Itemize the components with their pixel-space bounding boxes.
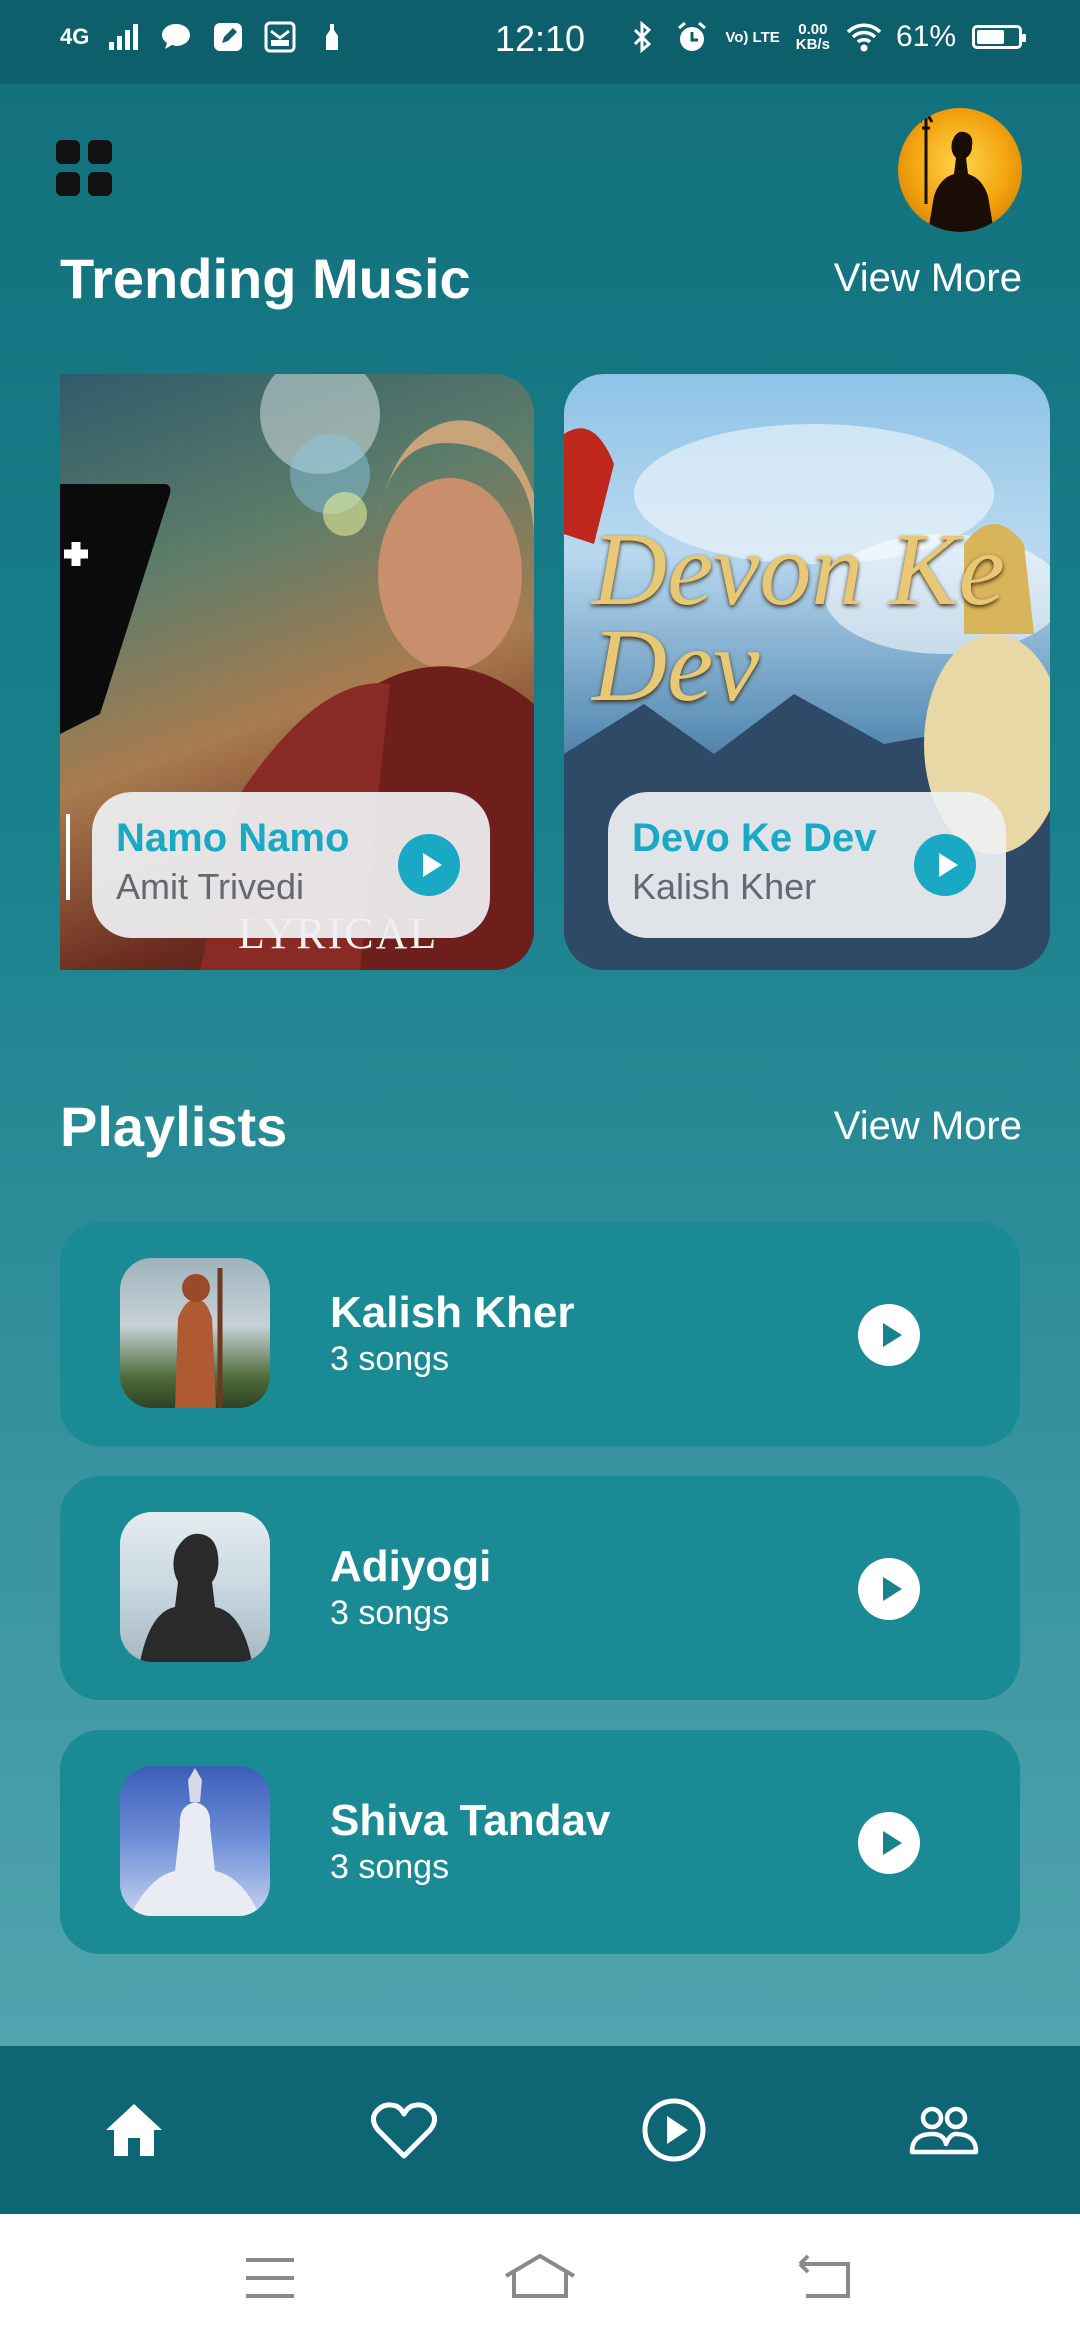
play-button[interactable] <box>398 834 460 896</box>
playlist-song-count: 3 songs <box>330 1594 450 1632</box>
data-speed: 0.00 KB/s <box>796 22 830 52</box>
playlist-name: Shiva Tandav <box>330 1796 611 1845</box>
home-outline-icon[interactable] <box>500 2250 580 2306</box>
alarm-icon <box>675 20 709 54</box>
system-navigation-bar <box>0 2214 1080 2340</box>
battery-percent: 61% <box>895 20 956 53</box>
playlist-song-count: 3 songs <box>330 1340 450 1378</box>
playlist-name: Adiyogi <box>330 1542 492 1591</box>
playlist-play-button[interactable] <box>858 1558 920 1620</box>
app-screen: 4G 12:10 Vo) LTE 0.00 KB/s 61% Trending … <box>0 0 1080 2340</box>
playlist-song-count: 3 songs <box>330 1848 450 1886</box>
trending-card[interactable]: LYRICAL Namo Namo Amit Trivedi <box>60 374 534 970</box>
people-icon[interactable] <box>908 2094 980 2166</box>
trending-card[interactable]: Devon Ke Dev Devo Ke Dev Kalish Kher <box>564 374 1050 970</box>
battery-icon <box>972 25 1026 49</box>
track-info-pill: Namo Namo Amit Trivedi <box>92 792 490 938</box>
grid-menu-icon[interactable] <box>56 140 112 196</box>
playlist-play-button[interactable] <box>858 1812 920 1874</box>
playlist-thumbnail <box>120 1258 270 1408</box>
playlist-item[interactable]: Shiva Tandav 3 songs <box>60 1730 1020 1954</box>
card-art-overlay: Devon Ke Dev <box>592 512 1005 723</box>
bluetooth-icon <box>625 20 659 54</box>
profile-avatar[interactable] <box>898 108 1022 232</box>
playlists-view-more-link[interactable]: View More <box>834 1104 1022 1149</box>
track-title: Namo Namo <box>116 816 350 860</box>
play-button[interactable] <box>914 834 976 896</box>
playlist-name: Kalish Kher <box>330 1288 575 1337</box>
track-title: Devo Ke Dev <box>632 816 877 860</box>
play-circle-icon[interactable] <box>638 2094 710 2166</box>
back-icon[interactable] <box>786 2250 866 2306</box>
bottom-navigation <box>0 2046 1080 2214</box>
home-icon[interactable] <box>98 2094 170 2166</box>
trending-view-more-link[interactable]: View More <box>834 256 1022 301</box>
track-artist: Amit Trivedi <box>116 866 305 907</box>
volte-indicator: Vo) LTE <box>725 28 780 46</box>
trending-title: Trending Music <box>60 247 471 310</box>
track-artist: Kalish Kher <box>632 866 817 907</box>
playlist-thumbnail <box>120 1766 270 1916</box>
data-speed-unit: KB/s <box>795 36 830 53</box>
track-info-pill: Devo Ke Dev Kalish Kher <box>608 792 1006 938</box>
wifi-icon <box>846 20 882 54</box>
status-right: Vo) LTE 0.00 KB/s 61% <box>625 20 1026 54</box>
playlist-item[interactable]: Adiyogi 3 songs <box>60 1476 1020 1700</box>
menu-icon[interactable] <box>230 2250 310 2306</box>
playlist-thumbnail <box>120 1512 270 1662</box>
playlist-item[interactable]: Kalish Kher 3 songs <box>60 1222 1020 1446</box>
playlist-play-button[interactable] <box>858 1304 920 1366</box>
playlists-title: Playlists <box>60 1095 288 1158</box>
heart-icon[interactable] <box>368 2094 440 2166</box>
status-bar: 4G 12:10 Vo) LTE 0.00 KB/s 61% <box>0 0 1080 84</box>
